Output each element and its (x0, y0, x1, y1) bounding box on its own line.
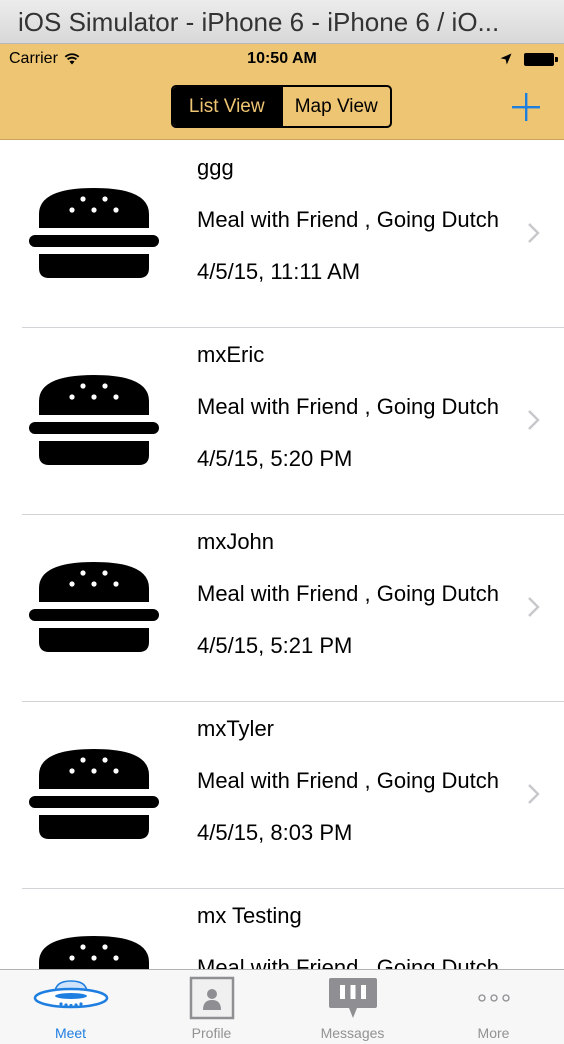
burger-icon (29, 562, 159, 652)
messages-icon (328, 978, 377, 1018)
meetup-description: Meal with Friend , Going Dutch (197, 394, 500, 419)
burger-icon (29, 375, 159, 465)
status-right-indicators (500, 44, 558, 74)
tab-label: Profile (191, 1025, 232, 1041)
burger-icon (29, 749, 159, 839)
meetup-date: 4/5/15, 5:21 PM (197, 633, 353, 658)
meetup-date: 4/5/15, 8:03 PM (197, 820, 353, 845)
tab-more[interactable]: More (423, 970, 564, 1044)
tab-bar: Meet Profile Messages More (0, 969, 564, 1044)
status-time: 10:50 AM (247, 50, 317, 67)
location-arrow-icon (500, 53, 512, 65)
meetup-row[interactable]: mx Testing Meal with Friend , Going Dutc… (0, 889, 564, 969)
meetup-description: Meal with Friend , Going Dutch (197, 955, 500, 969)
plus-icon (512, 93, 540, 121)
chevron-right-icon (528, 784, 540, 804)
more-icon (477, 994, 510, 1002)
segment-list-view[interactable]: List View (173, 87, 281, 126)
view-mode-segmented-control[interactable]: List View Map View (171, 85, 392, 128)
chevron-right-icon (528, 223, 540, 243)
chevron-right-icon (528, 410, 540, 430)
meetup-row[interactable]: mxJohn Meal with Friend , Going Dutch 4/… (0, 515, 564, 702)
status-bar: Carrier 10:50 AM (0, 44, 564, 74)
tab-meet[interactable]: Meet (0, 970, 141, 1044)
meetup-row[interactable]: mxEric Meal with Friend , Going Dutch 4/… (0, 328, 564, 515)
meetup-row[interactable]: mxTyler Meal with Friend , Going Dutch 4… (0, 702, 564, 889)
tab-label: Meet (54, 1025, 87, 1041)
simulator-window-title: iOS Simulator - iPhone 6 - iPhone 6 / iO… (0, 0, 564, 44)
meetup-date: 4/5/15, 5:20 PM (197, 446, 353, 471)
meetup-name: mxEric (197, 342, 265, 367)
meetup-name: mxTyler (197, 716, 274, 741)
meetup-description: Meal with Friend , Going Dutch (197, 581, 500, 606)
meetup-row[interactable]: ggg Meal with Friend , Going Dutch 4/5/1… (0, 141, 564, 328)
tab-label: More (477, 1025, 510, 1041)
meetup-list[interactable]: ggg Meal with Friend , Going Dutch 4/5/1… (0, 141, 564, 969)
meetup-name: mx Testing (197, 903, 302, 928)
meetup-description: Meal with Friend , Going Dutch (197, 768, 500, 793)
burger-icon (39, 936, 149, 969)
tab-messages[interactable]: Messages (282, 970, 423, 1044)
tab-profile[interactable]: Profile (141, 970, 282, 1044)
meetup-description: Meal with Friend , Going Dutch (197, 207, 500, 232)
profile-icon (189, 976, 234, 1020)
add-meetup-button[interactable] (509, 90, 543, 124)
navigation-bar: List View Map View (0, 74, 564, 140)
segment-map-view[interactable]: Map View (280, 87, 391, 126)
meetup-date: 4/5/15, 11:11 AM (197, 259, 361, 284)
chevron-right-icon (528, 597, 540, 617)
meetup-name: ggg (197, 155, 234, 180)
ufo-icon (33, 980, 108, 1009)
meetup-name: mxJohn (197, 529, 275, 554)
burger-icon (29, 188, 159, 278)
battery-icon (524, 52, 558, 66)
tab-label: Messages (320, 1025, 385, 1041)
